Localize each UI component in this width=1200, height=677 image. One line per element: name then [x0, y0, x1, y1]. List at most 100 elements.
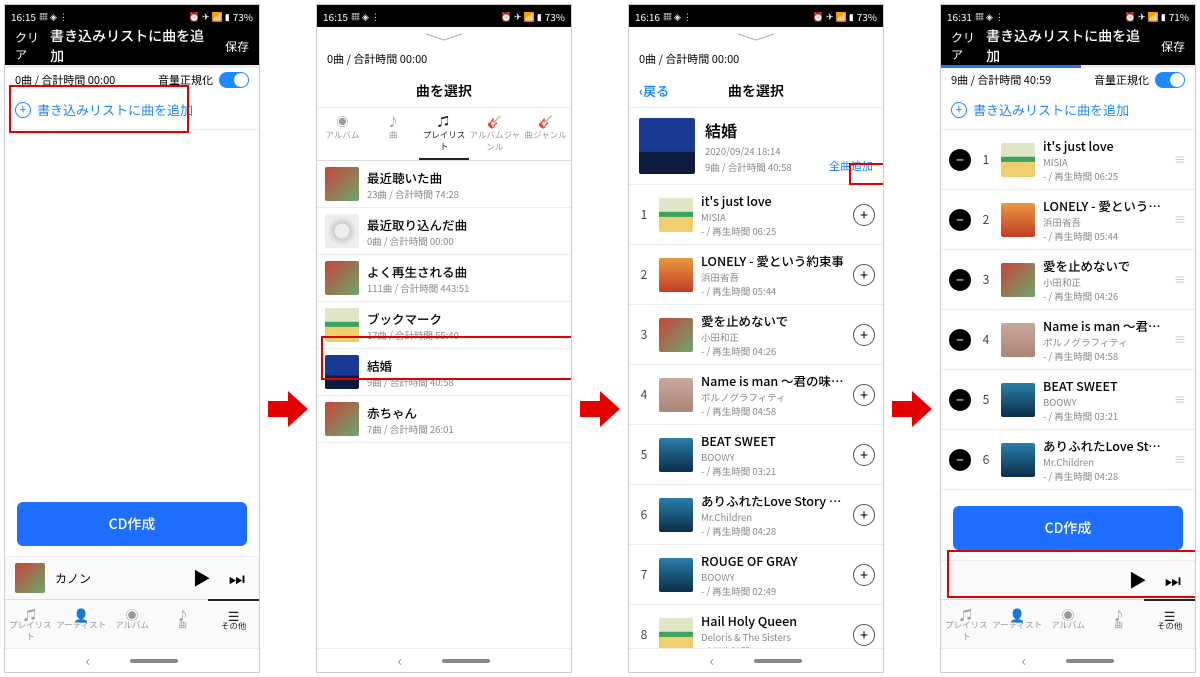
- reorder-icon[interactable]: ≡: [1173, 211, 1187, 228]
- save-button[interactable]: 保存: [214, 38, 249, 55]
- screen-4: 16:31▦ ◈ ⋮ ⏰ ✈ 📶 ▮71% クリア 書き込みリストに曲を追加 保…: [940, 4, 1196, 673]
- playlist-row[interactable]: ブックマーク17曲 / 合計時間 55:40: [317, 302, 571, 349]
- add-track-button[interactable]: +: [853, 444, 875, 466]
- title-bar: クリア 書き込みリストに曲を追加 保存: [5, 27, 259, 65]
- add-songs-link[interactable]: + 書き込みリストに曲を追加: [941, 94, 1195, 130]
- nav-playlist[interactable]: ♫プレイリスト: [941, 600, 992, 648]
- nav-artist[interactable]: 👤アーティスト: [992, 600, 1043, 648]
- tab-album-genre[interactable]: 🎸アルバムジャンル: [469, 108, 520, 160]
- add-track-button[interactable]: +: [853, 504, 875, 526]
- tab-playlist[interactable]: ♫プレイリスト: [419, 108, 470, 160]
- tab-song-genre[interactable]: 🎸曲ジャンル: [520, 108, 571, 160]
- album-date: 2020/09/24 18:14: [705, 144, 819, 158]
- add-track-button[interactable]: +: [853, 564, 875, 586]
- add-track-button[interactable]: +: [853, 324, 875, 346]
- album-art: [639, 118, 695, 174]
- normalize-label: 音量正規化: [158, 72, 213, 88]
- clear-button[interactable]: クリア: [15, 29, 50, 63]
- playlist-art: [325, 402, 359, 436]
- now-playing-art: [15, 563, 45, 593]
- add-track-button[interactable]: +: [853, 384, 875, 406]
- track-row: 2 LONELY - 愛という約束事浜田省吾- / 再生時間 05:44 +: [629, 245, 883, 305]
- plus-icon: +: [15, 102, 31, 118]
- next-icon[interactable]: ⏭: [225, 565, 249, 591]
- status-battery: 73%: [233, 9, 253, 24]
- remove-track-button[interactable]: −: [949, 329, 971, 351]
- playlist-row[interactable]: 最近取り込んだ曲0曲 / 合計時間 00:00: [317, 208, 571, 255]
- now-playing-bar[interactable]: ▶ ⏭: [941, 560, 1195, 599]
- remove-track-button[interactable]: −: [949, 149, 971, 171]
- nav-other[interactable]: ☰その他: [1144, 599, 1195, 648]
- nav-song[interactable]: ♪曲: [1093, 600, 1144, 648]
- remove-track-button[interactable]: −: [949, 269, 971, 291]
- album-title: 結婚: [705, 118, 819, 142]
- play-icon[interactable]: ▶: [1125, 567, 1151, 593]
- track-art: [1001, 383, 1035, 417]
- nav-playlist[interactable]: ♫プレイリスト: [5, 600, 56, 648]
- remove-track-button[interactable]: −: [949, 449, 971, 471]
- progress-bar: [941, 65, 1195, 68]
- play-icon[interactable]: ▶: [189, 565, 215, 591]
- progress-bar: [5, 65, 259, 68]
- add-track-button[interactable]: +: [853, 624, 875, 646]
- normalize-toggle[interactable]: [1155, 72, 1185, 88]
- add-track-button[interactable]: +: [853, 204, 875, 226]
- clear-button[interactable]: クリア: [951, 29, 986, 63]
- now-playing-bar[interactable]: カノン ▶ ⏭: [5, 556, 259, 599]
- track-art: [1001, 143, 1035, 177]
- status-bar: 16:15▦ ◈ ⋮ ⏰ ✈ 📶 ▮73%: [317, 5, 571, 27]
- tab-song[interactable]: ♪曲: [368, 108, 419, 160]
- burn-row: − 3 愛を止めないで小田和正- / 再生時間 04:26 ≡: [941, 250, 1195, 310]
- screen-1: 16:15▦ ◈ ⋮ ⏰ ✈ 📶 ▮73% クリア 書き込みリストに曲を追加 保…: [4, 4, 260, 673]
- playlist-row[interactable]: 赤ちゃん7曲 / 合計時間 26:01: [317, 396, 571, 443]
- track-row: 6 ありふれたLove Story ～男女問題はい…Mr.Children- /…: [629, 485, 883, 545]
- add-all-button[interactable]: 全曲追加: [829, 158, 873, 174]
- track-row: 3 愛を止めないで小田和正- / 再生時間 04:26 +: [629, 305, 883, 365]
- reorder-icon[interactable]: ≡: [1173, 391, 1187, 408]
- reorder-icon[interactable]: ≡: [1173, 331, 1187, 348]
- playlist-row[interactable]: 結婚9曲 / 合計時間 40:58: [317, 349, 571, 396]
- remove-track-button[interactable]: −: [949, 389, 971, 411]
- create-cd-button[interactable]: CD作成: [953, 506, 1183, 550]
- nav-back-icon[interactable]: ‹: [86, 651, 90, 671]
- playlist-row[interactable]: よく再生される曲111曲 / 合計時間 443:51: [317, 255, 571, 302]
- status-time: 16:15: [11, 9, 36, 24]
- playlist-art: [325, 214, 359, 248]
- nav-artist[interactable]: 👤アーティスト: [56, 600, 107, 648]
- track-row: 1 it's just loveMISIA- / 再生時間 06:25 +: [629, 185, 883, 245]
- step-arrow-icon: [892, 389, 932, 429]
- burn-row: − 7 ROUGE OF GRAYBOOWY- / 再生時間 02:49 ≡: [941, 490, 1195, 496]
- reorder-icon[interactable]: ≡: [1173, 151, 1187, 168]
- normalize-toggle[interactable]: [219, 72, 249, 88]
- bottom-nav: ♫プレイリスト 👤アーティスト ◉アルバム ♪曲 ☰その他: [5, 599, 259, 648]
- now-playing-title: カノン: [55, 570, 179, 587]
- remove-track-button[interactable]: −: [949, 209, 971, 231]
- nav-song[interactable]: ♪曲: [157, 600, 208, 648]
- track-row: 5 BEAT SWEETBOOWY- / 再生時間 03:21 +: [629, 425, 883, 485]
- reorder-icon[interactable]: ≡: [1173, 271, 1187, 288]
- nav-album[interactable]: ◉アルバム: [1043, 600, 1094, 648]
- playlist-art: [325, 261, 359, 295]
- track-art: [1001, 203, 1035, 237]
- android-nav: ‹: [941, 648, 1195, 672]
- track-art: [659, 438, 693, 472]
- nav-other[interactable]: ☰その他: [208, 599, 259, 648]
- track-row: 7 ROUGE OF GRAYBOOWY- / 再生時間 02:49 +: [629, 545, 883, 605]
- burn-row: − 4 Name is man ～君の味方～ポルノグラフィティ- / 再生時間 …: [941, 310, 1195, 370]
- save-button[interactable]: 保存: [1150, 38, 1185, 55]
- back-button[interactable]: ‹戻る: [639, 81, 669, 100]
- track-art: [659, 498, 693, 532]
- create-cd-button[interactable]: CD作成: [17, 502, 247, 546]
- add-songs-link[interactable]: + 書き込みリストに曲を追加: [5, 94, 259, 130]
- sheet-handle[interactable]: [629, 27, 883, 47]
- track-row: 8 Hail Holy QueenDeloris & The Sisters- …: [629, 605, 883, 648]
- nav-album[interactable]: ◉アルバム: [107, 600, 158, 648]
- nav-home-icon[interactable]: [130, 659, 178, 663]
- sheet-handle[interactable]: [317, 27, 571, 47]
- burn-row: − 1 it's just loveMISIA- / 再生時間 06:25 ≡: [941, 130, 1195, 190]
- playlist-row[interactable]: 最近聴いた曲23曲 / 合計時間 74:28: [317, 161, 571, 208]
- next-icon[interactable]: ⏭: [1161, 567, 1185, 593]
- add-track-button[interactable]: +: [853, 264, 875, 286]
- reorder-icon[interactable]: ≡: [1173, 451, 1187, 468]
- tab-album[interactable]: ◉アルバム: [317, 108, 368, 160]
